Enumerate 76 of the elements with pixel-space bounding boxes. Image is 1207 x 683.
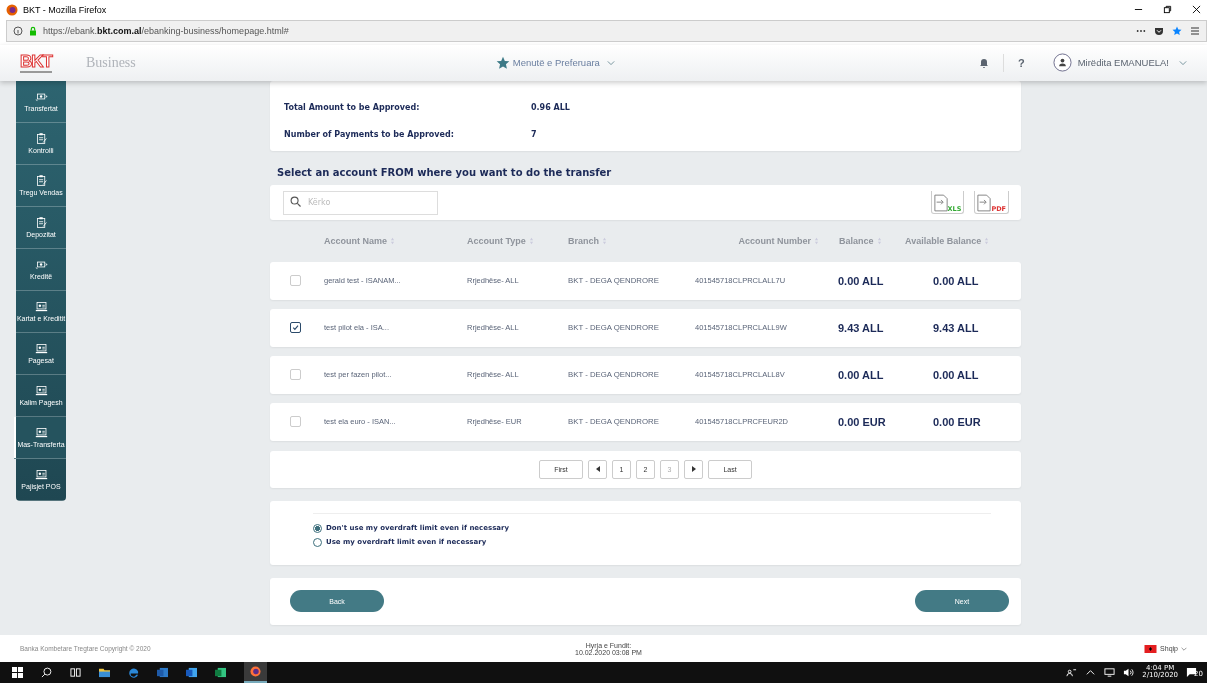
- table-cell-text: 0.00 EUR: [838, 415, 887, 428]
- network-icon[interactable]: [1104, 667, 1116, 678]
- section-heading: Select an account FROM where you want to do the transfer: [277, 166, 613, 178]
- browser-e-icon[interactable]: [128, 667, 139, 678]
- table-cell: 0.00 ALL: [933, 274, 979, 287]
- windows-start-icon[interactable]: [12, 667, 23, 678]
- close-icon[interactable]: [1192, 5, 1201, 15]
- laptop-icon: [34, 300, 48, 314]
- table-cell: 0.00 EUR: [933, 415, 981, 428]
- sort-icon: [390, 236, 395, 245]
- sort-icon: [602, 236, 607, 245]
- info-icon: [13, 25, 23, 36]
- notification-bell-icon[interactable]: [978, 57, 989, 68]
- right-triangle-icon: [691, 466, 696, 473]
- left-triangle-icon: [595, 466, 600, 473]
- money-transfer-icon: [34, 258, 48, 272]
- radio-button[interactable]: [313, 523, 322, 533]
- table-cell-text: 9.43 ALL: [838, 321, 885, 334]
- document-icon: [977, 192, 992, 213]
- sort-icon: [876, 236, 882, 245]
- address-bar[interactable]: https://ebank.bkt.com.al/ebanking-business/homepage.html#: [6, 19, 1207, 42]
- star-icon: [495, 55, 510, 70]
- star-icon[interactable]: [1172, 25, 1182, 36]
- summary-label: Total Amount to be Approved:: [284, 102, 421, 112]
- clipboard-icon: [34, 174, 48, 188]
- window-title: BKT - Mozilla Firefox: [23, 5, 107, 15]
- table-cell-text: 0.00 ALL: [838, 368, 885, 381]
- table-cell: 0.00 ALL: [933, 368, 979, 381]
- caret-icon: [606, 59, 615, 66]
- search-icon[interactable]: [41, 667, 52, 678]
- folder-icon[interactable]: [99, 667, 110, 678]
- document-app-icon[interactable]: [186, 667, 197, 678]
- volume-icon[interactable]: [1123, 667, 1135, 678]
- laptop-icon: [34, 468, 48, 482]
- user-avatar-icon: [1052, 53, 1072, 73]
- caret-icon: [1179, 59, 1187, 66]
- chevron-up-icon[interactable]: [1085, 667, 1097, 678]
- menu-icon[interactable]: [1190, 25, 1200, 36]
- sort-icon: [528, 236, 534, 245]
- table-cell: 9.43 ALL: [933, 321, 979, 334]
- summary-label: Number of Payments to be Approved:: [284, 129, 455, 139]
- search-field[interactable]: Kërko: [283, 190, 438, 215]
- flag-icon: [1144, 644, 1158, 653]
- help-link[interactable]: ?: [1017, 56, 1025, 69]
- spreadsheet-app-icon[interactable]: [215, 667, 226, 678]
- next-page-button[interactable]: [684, 459, 703, 479]
- restore-icon[interactable]: [1163, 5, 1172, 15]
- favorites-menu[interactable]: Menutë e Preferuara: [495, 55, 615, 70]
- clipboard-icon: [34, 216, 48, 230]
- pocket-icon[interactable]: [1154, 25, 1164, 36]
- product-name: Business: [85, 54, 136, 71]
- user-menu[interactable]: Mirëdita EMANUELA!: [1052, 53, 1187, 73]
- laptop-icon: [34, 342, 48, 356]
- clipboard-icon: [34, 132, 48, 146]
- laptop-icon: [34, 384, 48, 398]
- summary-value: 7: [531, 129, 537, 139]
- url-text: https://ebank.bkt.com.al/ebanking-business/homepage.html#: [43, 25, 289, 36]
- document-icon: [933, 192, 948, 213]
- radio-button[interactable]: [313, 537, 322, 547]
- search-icon: [290, 196, 301, 208]
- task-view-icon[interactable]: [70, 667, 81, 678]
- browser-logo-icon: [250, 666, 261, 677]
- laptop-icon: [34, 426, 48, 440]
- people-icon[interactable]: [1066, 667, 1078, 678]
- table-cell-text: 0.00 ALL: [838, 274, 885, 287]
- row-checkbox[interactable]: [290, 322, 301, 334]
- sort-icon: [984, 236, 990, 245]
- browser-logo-icon: [6, 4, 18, 16]
- mail-app-icon[interactable]: [157, 667, 168, 678]
- money-transfer-icon: [34, 90, 48, 104]
- sort-icon: [814, 236, 819, 245]
- browser-taskbar-button[interactable]: [244, 662, 267, 683]
- lock-icon: [28, 25, 38, 36]
- summary-value: 0.96 ALL: [531, 102, 570, 112]
- caret-icon: [1181, 646, 1187, 651]
- previous-page-button[interactable]: [588, 459, 607, 479]
